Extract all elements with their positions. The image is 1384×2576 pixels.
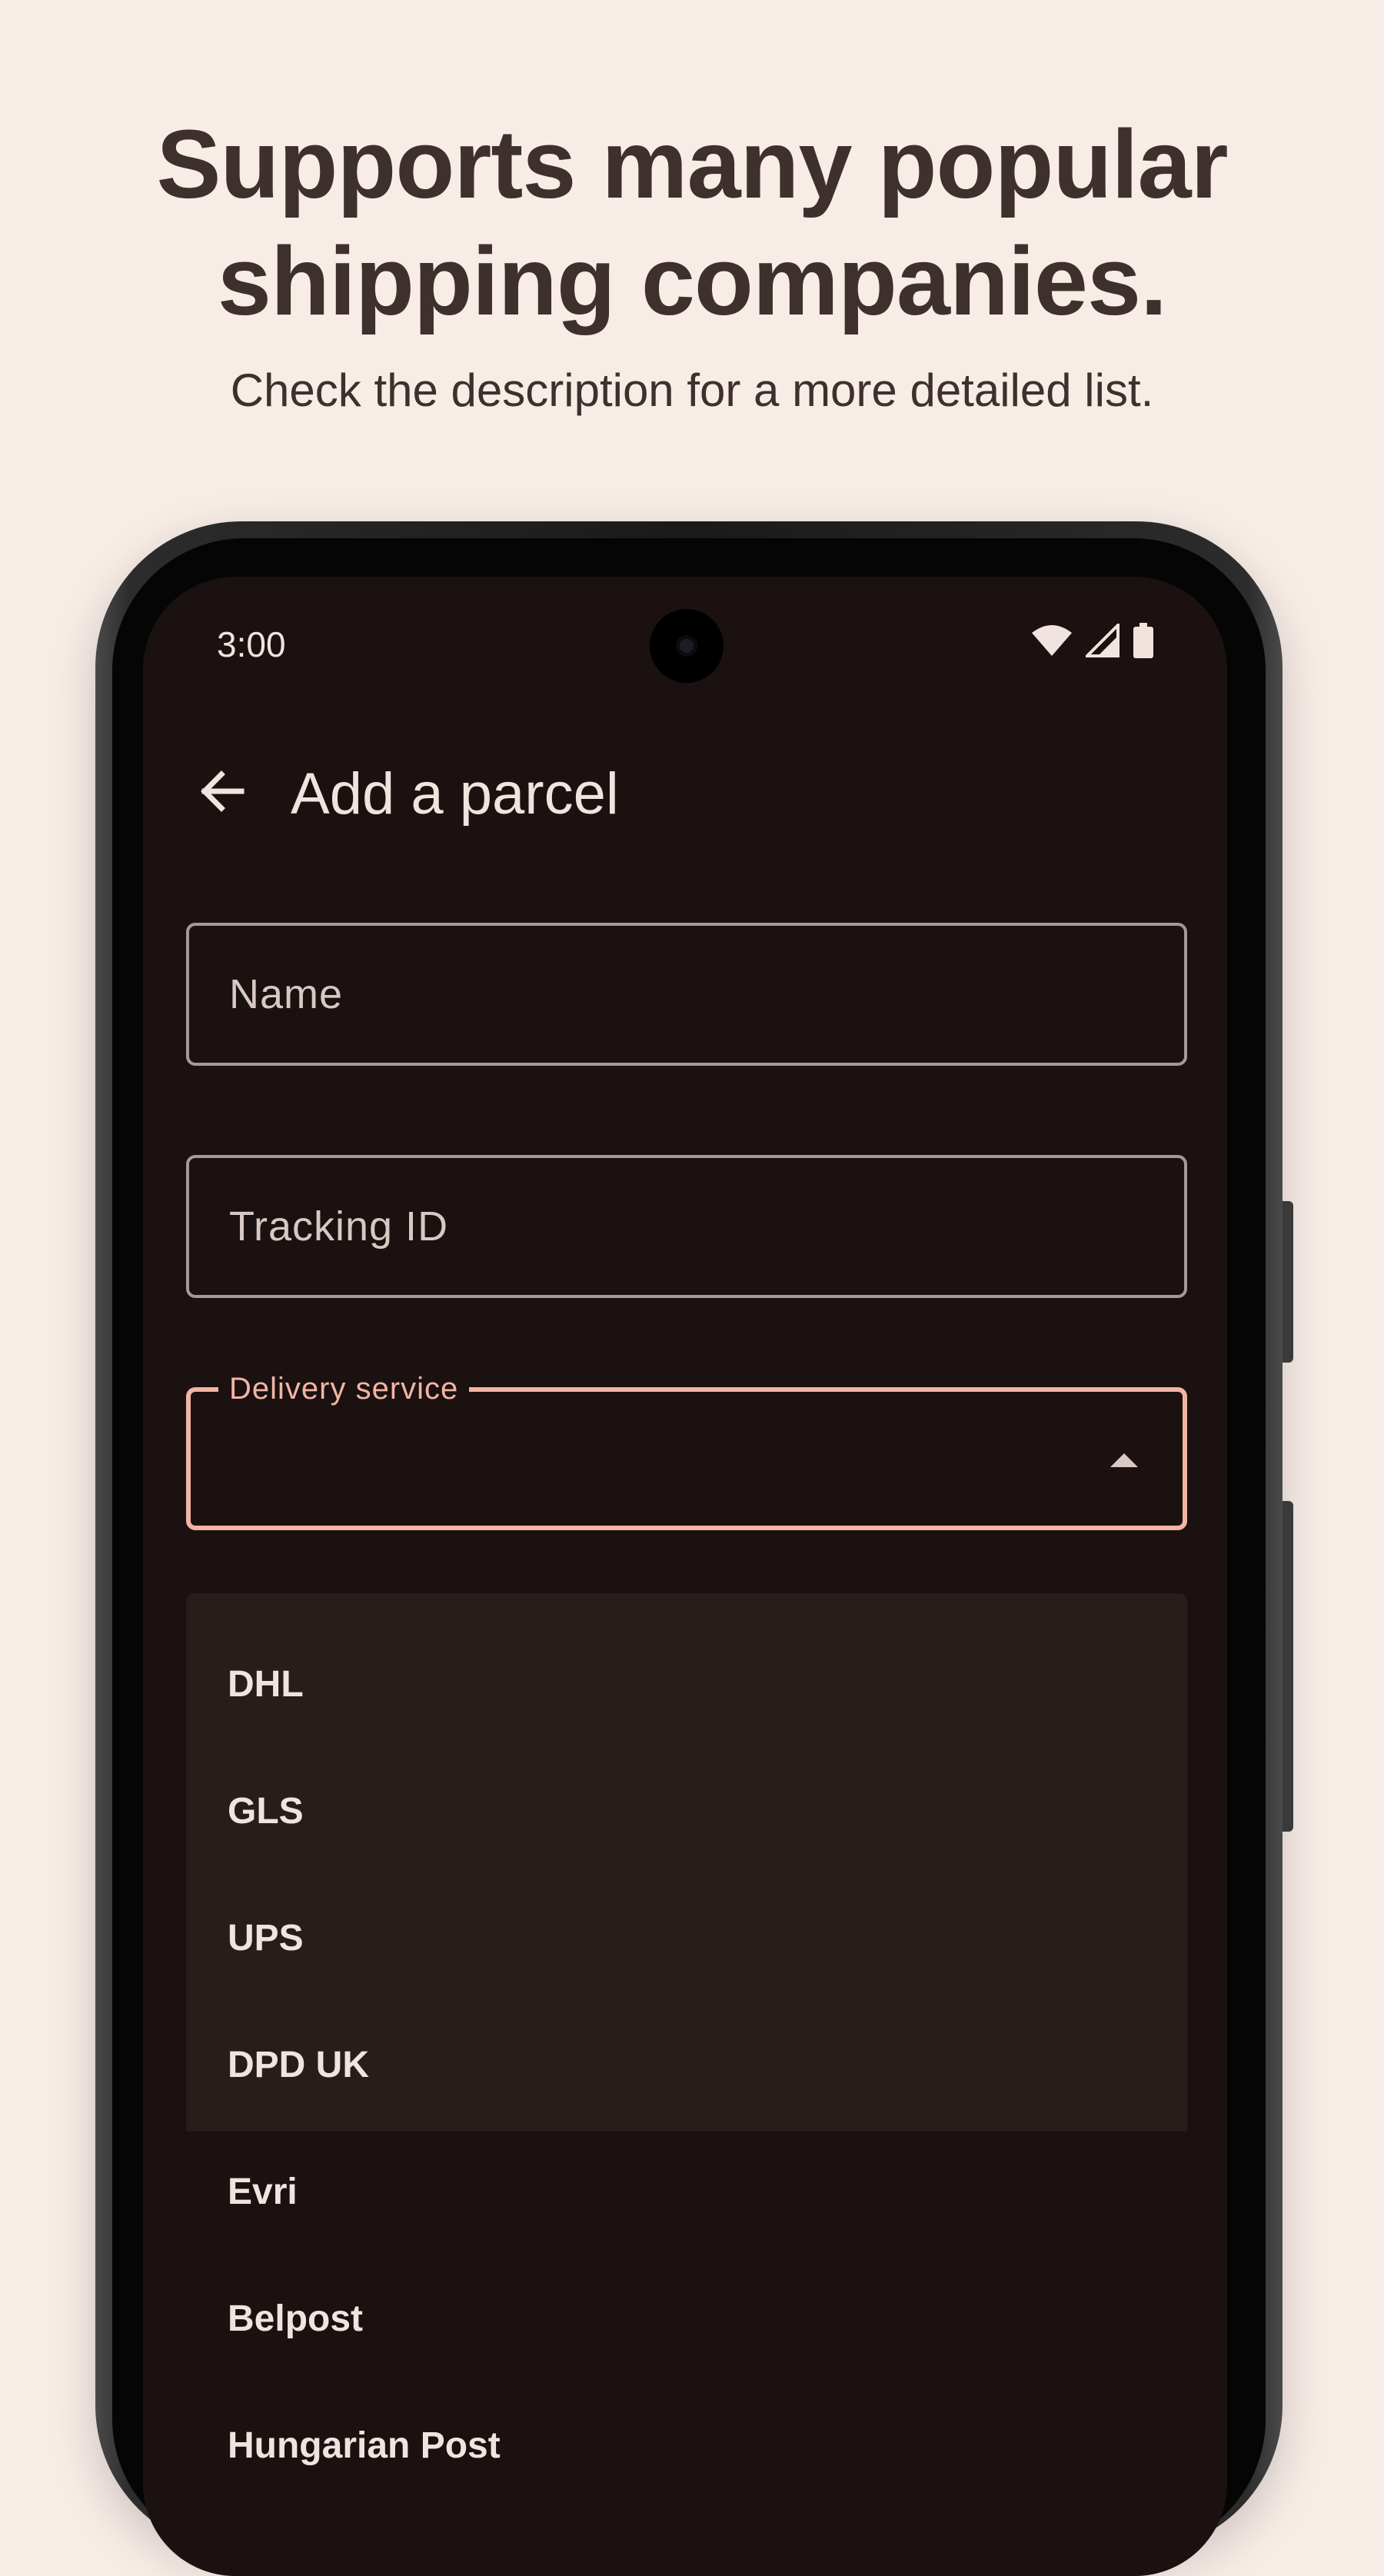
- delivery-service-dropdown[interactable]: Delivery service: [186, 1367, 1187, 1530]
- status-icons: [1032, 623, 1153, 658]
- signal-icon: [1086, 624, 1120, 657]
- promo-headline-line-1: Supports many popular: [156, 110, 1228, 218]
- menu-item-gls[interactable]: GLS: [186, 1748, 1187, 1875]
- menu-item-belpost[interactable]: Belpost: [186, 2255, 1187, 2382]
- phone-volume-button: [1283, 1201, 1293, 1363]
- menu-item-ups[interactable]: UPS: [186, 1875, 1187, 2002]
- battery-icon: [1133, 623, 1153, 658]
- chevron-up-icon[interactable]: [1110, 1453, 1138, 1467]
- menu-item-evri[interactable]: Evri: [186, 2128, 1187, 2255]
- arrow-back-icon: [201, 770, 245, 812]
- status-time: 3:00: [217, 624, 286, 664]
- delivery-service-menu: DHL GLS UPS DPD UK Evri Belpost Hungaria…: [186, 1593, 1187, 2466]
- page-title: Add a parcel: [291, 761, 619, 827]
- wifi-icon: [1032, 625, 1072, 656]
- front-camera: [650, 609, 724, 683]
- menu-item-hungarian-post[interactable]: Hungarian Post: [186, 2382, 1187, 2509]
- promo-headline-line-2: shipping companies.: [217, 227, 1167, 335]
- delivery-service-label: Delivery service: [218, 1367, 470, 1410]
- menu-item-dpd-uk[interactable]: DPD UK: [186, 2002, 1187, 2128]
- tracking-id-placeholder: Tracking ID: [229, 1203, 449, 1250]
- name-placeholder: Name: [229, 971, 344, 1017]
- tracking-id-field[interactable]: Tracking ID: [186, 1155, 1187, 1298]
- menu-item-dhl[interactable]: DHL: [186, 1621, 1187, 1748]
- promo-subline: Check the description for a more detaile…: [230, 364, 1154, 416]
- back-button[interactable]: [188, 757, 257, 826]
- phone-power-button: [1283, 1501, 1293, 1832]
- promo-headline: Supports many popular shipping companies…: [0, 106, 1384, 340]
- phone-screen: 3:00 Add a parcel Name Tracking ID Deliv…: [143, 577, 1227, 2576]
- name-field[interactable]: Name: [186, 923, 1187, 1066]
- phone-frame: 3:00 Add a parcel Name Tracking ID Deliv…: [95, 521, 1293, 2576]
